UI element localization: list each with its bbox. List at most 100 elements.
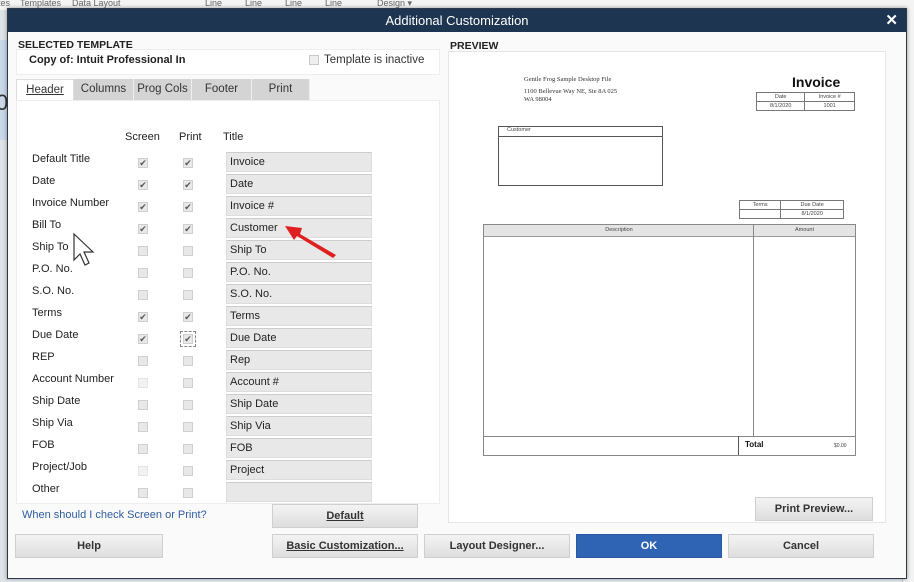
screen-checkbox[interactable]: ✔ xyxy=(138,224,148,234)
print-checkbox[interactable] xyxy=(183,246,193,256)
screen-checkbox[interactable]: ✔ xyxy=(138,180,148,190)
preview-line-items-table: Description Amount Total $0.00 xyxy=(483,224,856,456)
bg-menu-item: tes xyxy=(0,0,11,8)
screen-checkbox[interactable]: ✔ xyxy=(138,312,148,322)
title-field[interactable]: Ship Via xyxy=(226,416,372,436)
screen-checkbox[interactable] xyxy=(138,246,148,256)
field-label: Terms xyxy=(32,307,62,319)
field-label: FOB xyxy=(32,439,55,451)
field-row: Date ✔ ✔ Date xyxy=(17,174,441,196)
tab-columns[interactable]: Columns xyxy=(74,79,134,100)
title-field[interactable]: Due Date xyxy=(226,328,372,348)
print-checkbox[interactable]: ✔ xyxy=(183,224,193,234)
field-row: Invoice Number ✔ ✔ Invoice # xyxy=(17,196,441,218)
print-checkbox[interactable] xyxy=(183,356,193,366)
field-row: Ship Via Ship Via xyxy=(17,416,441,438)
print-checkbox[interactable] xyxy=(183,290,193,300)
field-label: REP xyxy=(32,351,55,363)
close-icon[interactable]: ✕ xyxy=(885,9,898,32)
help-button[interactable]: Help xyxy=(15,534,163,558)
print-checkbox[interactable] xyxy=(183,378,193,388)
field-label: Project/Job xyxy=(32,461,88,473)
screen-checkbox[interactable] xyxy=(138,268,148,278)
red-arrow-annotation xyxy=(285,226,336,258)
title-field[interactable] xyxy=(226,482,372,502)
field-row: Default Title ✔ ✔ Invoice xyxy=(17,152,441,174)
print-checkbox[interactable] xyxy=(183,466,193,476)
tab-header[interactable]: Header xyxy=(16,79,74,100)
basic-customization-button[interactable]: Basic Customization... xyxy=(272,534,418,558)
title-field[interactable]: Invoice # xyxy=(226,196,372,216)
print-checkbox[interactable]: ✔ xyxy=(183,312,193,322)
template-inactive-label: Template is inactive xyxy=(324,54,425,66)
tab-print[interactable]: Print xyxy=(252,79,310,100)
preview-company-name: Gentle Frog Sample Desktop File xyxy=(524,76,612,83)
title-field[interactable]: Date xyxy=(226,174,372,194)
print-checkbox[interactable] xyxy=(183,444,193,454)
additional-customization-dialog: Additional Customization ✕ SELECTED TEMP… xyxy=(7,8,907,579)
print-checkbox[interactable] xyxy=(183,488,193,498)
preview-terms-value xyxy=(738,209,782,219)
screen-checkbox[interactable] xyxy=(138,400,148,410)
print-checkbox[interactable] xyxy=(183,422,193,432)
field-label: Account Number xyxy=(32,373,114,385)
print-checkbox[interactable] xyxy=(183,268,193,278)
title-field[interactable]: Project xyxy=(226,460,372,480)
print-checkbox[interactable] xyxy=(183,400,193,410)
screen-checkbox[interactable] xyxy=(138,290,148,300)
default-button[interactable]: Default xyxy=(272,504,418,528)
field-label: S.O. No. xyxy=(32,285,75,297)
title-field[interactable]: Terms xyxy=(226,306,372,326)
print-checkbox[interactable]: ✔ xyxy=(183,202,193,212)
tab-footer[interactable]: Footer xyxy=(192,79,252,100)
preview-bill-to-header: Customer xyxy=(499,127,662,137)
field-label: Default Title xyxy=(32,153,91,165)
field-label: Bill To xyxy=(32,219,62,231)
cancel-button[interactable]: Cancel xyxy=(728,534,874,558)
screen-checkbox[interactable] xyxy=(138,466,148,476)
screen-or-print-help-link[interactable]: When should I check Screen or Print? xyxy=(22,509,207,521)
field-row: Ship Date Ship Date xyxy=(17,394,441,416)
print-checkbox[interactable]: ✔ xyxy=(180,331,196,347)
screen-checkbox[interactable] xyxy=(138,356,148,366)
preview-terms-header: Terms xyxy=(738,200,782,210)
checkbox-icon[interactable] xyxy=(309,55,319,65)
title-field[interactable]: Rep xyxy=(226,350,372,370)
preview-invoice-no-value: 1001 xyxy=(804,101,855,111)
screen-checkbox[interactable] xyxy=(138,444,148,454)
field-label: Date xyxy=(32,175,56,187)
preview-date-header: Date xyxy=(755,92,806,102)
screen-checkbox[interactable] xyxy=(138,378,148,388)
title-field[interactable]: S.O. No. xyxy=(226,284,372,304)
field-row: Other xyxy=(17,482,441,504)
title-field[interactable]: Invoice xyxy=(226,152,372,172)
column-header-print: Print xyxy=(179,131,202,143)
preview-amount-header: Amount xyxy=(795,227,814,233)
tab-prog-cols[interactable]: Prog Cols xyxy=(134,79,192,100)
layout-designer-button[interactable]: Layout Designer... xyxy=(424,534,570,558)
screen-checkbox[interactable]: ✔ xyxy=(138,334,148,344)
bg-menu-item: Data Layout xyxy=(72,0,121,8)
screen-checkbox[interactable] xyxy=(138,422,148,432)
template-name: Copy of: Intuit Professional In xyxy=(29,54,186,66)
print-checkbox[interactable]: ✔ xyxy=(183,158,193,168)
title-field[interactable]: Account # xyxy=(226,372,372,392)
field-row: Account Number Account # xyxy=(17,372,441,394)
field-row: REP Rep xyxy=(17,350,441,372)
print-preview-button[interactable]: Print Preview... xyxy=(755,497,873,521)
bg-menu-item: Line xyxy=(245,0,263,8)
title-field[interactable]: P.O. No. xyxy=(226,262,372,282)
bg-menu-item: Templates xyxy=(20,0,62,8)
title-field[interactable]: Ship Date xyxy=(226,394,372,414)
template-inactive-checkbox[interactable]: Template is inactive xyxy=(309,54,424,66)
screen-checkbox[interactable]: ✔ xyxy=(138,158,148,168)
dialog-title: Additional Customization xyxy=(385,13,529,28)
field-row: Project/Job Project xyxy=(17,460,441,482)
screen-checkbox[interactable]: ✔ xyxy=(138,202,148,212)
preview-terms-table: Terms Due Date 8/1/2020 xyxy=(738,200,844,219)
title-field[interactable]: FOB xyxy=(226,438,372,458)
field-row: Due Date ✔ ✔ Due Date xyxy=(17,328,441,350)
screen-checkbox[interactable] xyxy=(138,488,148,498)
ok-button[interactable]: OK xyxy=(576,534,722,558)
print-checkbox[interactable]: ✔ xyxy=(183,180,193,190)
